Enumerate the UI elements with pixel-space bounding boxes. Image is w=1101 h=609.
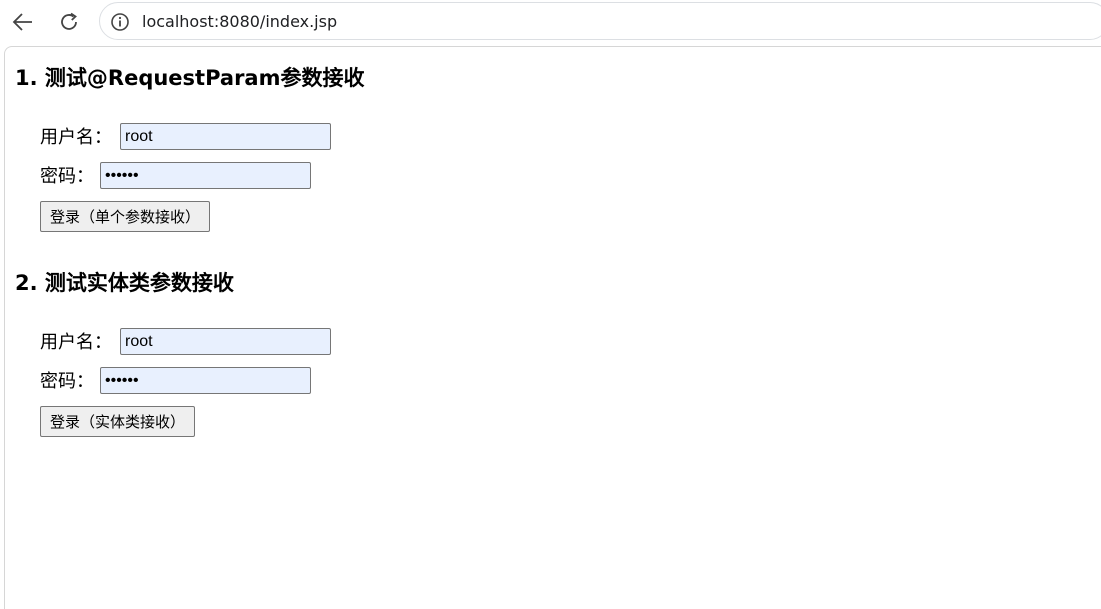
section1-title: 1. 测试@RequestParam参数接收 [15,66,365,90]
section1-password-input[interactable] [100,162,311,189]
browser-toolbar: localhost:8080/index.jsp [0,0,1101,46]
section2-username-label: 用户名： [40,332,112,353]
section1-login-button[interactable]: 登录（单个参数接收） [40,201,211,232]
section1-password-label: 密码： [40,166,94,187]
address-bar[interactable]: localhost:8080/index.jsp [99,2,1101,40]
section1-username-input[interactable] [120,123,331,150]
url-text[interactable]: localhost:8080/index.jsp [142,12,337,31]
arrow-left-icon [12,13,32,31]
section2-login-button[interactable]: 登录（实体类接收） [40,406,196,437]
section2-title: 2. 测试实体类参数接收 [15,271,234,295]
page-viewport: 1. 测试@RequestParam参数接收 用户名： 密码： 登录（单个参数接… [4,46,1101,609]
info-icon[interactable] [110,12,130,32]
back-button[interactable] [9,8,37,36]
section2-password-input[interactable] [100,367,311,394]
reload-icon [61,12,77,30]
reload-button[interactable] [55,8,83,36]
section2-username-input[interactable] [120,328,331,355]
section2-password-label: 密码： [40,371,94,392]
section1-username-label: 用户名： [40,127,112,148]
